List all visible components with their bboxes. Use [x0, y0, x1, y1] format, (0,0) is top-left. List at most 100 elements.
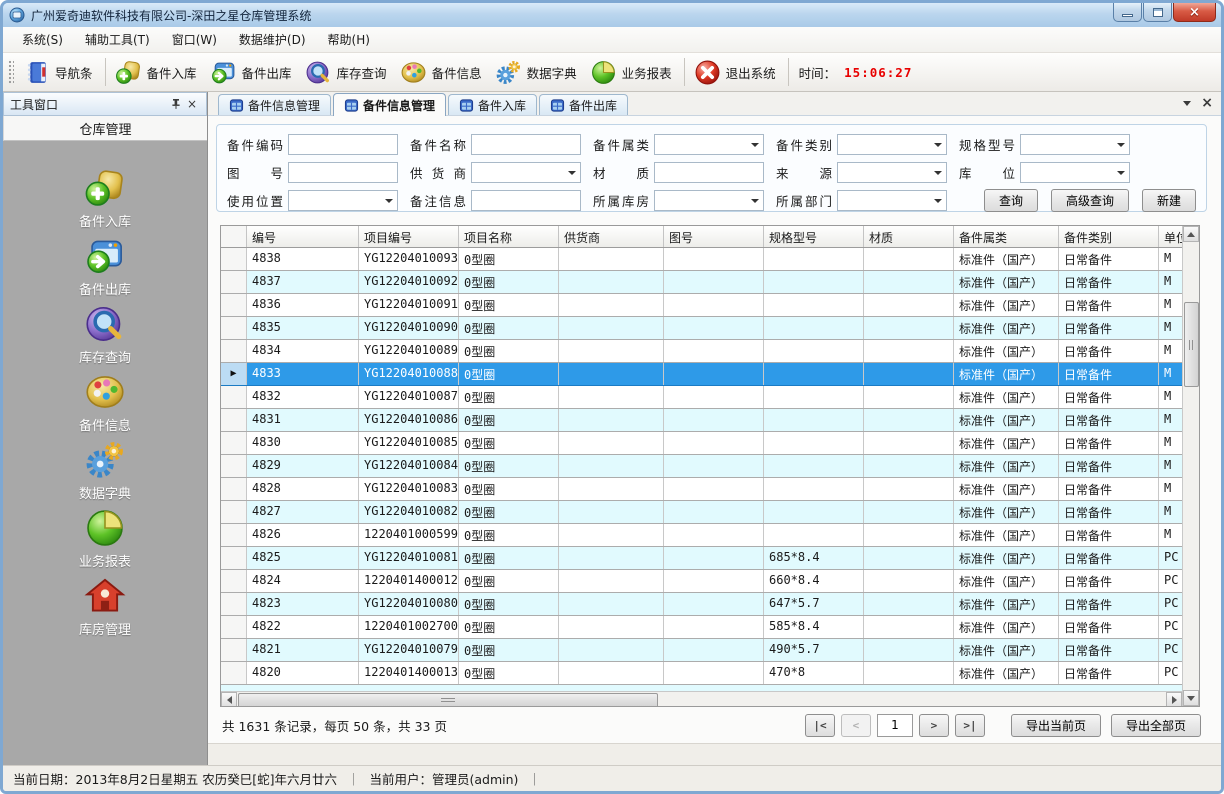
supplier-select[interactable] — [471, 162, 581, 183]
tab-parts-outbound[interactable]: 备件出库 — [539, 94, 628, 115]
sidebar-item-warehouse-management[interactable]: 库房管理 — [3, 575, 207, 643]
prev-page-button[interactable]: < — [841, 714, 871, 737]
table-row[interactable]: 482412204014000120型圈660*8.4标准件（国产）日常备件PC — [221, 570, 1182, 593]
column-header[interactable]: 项目名称 — [459, 226, 559, 247]
column-header[interactable]: 备件类别 — [1059, 226, 1159, 247]
vertical-scroll-thumb[interactable] — [1184, 302, 1199, 387]
drawing-no-input[interactable] — [288, 162, 398, 183]
table-row[interactable]: 4832YG122040100870型圈标准件（国产）日常备件M — [221, 386, 1182, 409]
table-row[interactable]: 4829YG122040100840型圈标准件（国产）日常备件M — [221, 455, 1182, 478]
location-select[interactable] — [1020, 162, 1130, 183]
toolbar-item-parts-inbound[interactable]: 备件入库 — [110, 56, 205, 89]
row-selector[interactable] — [221, 386, 247, 408]
table-row[interactable]: 482612204010005990型圈标准件（国产）日常备件M — [221, 524, 1182, 547]
row-selector[interactable] — [221, 501, 247, 523]
column-header[interactable]: 编号 — [247, 226, 359, 247]
sidebar-item-business-report[interactable]: 业务报表 — [3, 507, 207, 575]
sidebar-item-data-dictionary[interactable]: 数据字典 — [3, 439, 207, 507]
column-header[interactable]: 图号 — [664, 226, 764, 247]
table-row[interactable]: 4827YG122040100820型圈标准件（国产）日常备件M — [221, 501, 1182, 524]
maximize-button[interactable] — [1143, 3, 1172, 22]
export-all-pages-button[interactable]: 导出全部页 — [1111, 714, 1201, 737]
source-select[interactable] — [837, 162, 947, 183]
toolbar-grip[interactable] — [7, 59, 14, 85]
menu-item-help[interactable]: 帮助(H) — [317, 27, 381, 52]
usage-position-select[interactable] — [288, 190, 398, 211]
table-row[interactable]: 4830YG122040100850型圈标准件（国产）日常备件M — [221, 432, 1182, 455]
toolbar-item-parts-outbound[interactable]: 备件出库 — [205, 56, 300, 89]
sidebar-item-parts-info[interactable]: 备件信息 — [3, 371, 207, 439]
tab-parts-info-mgmt-1[interactable]: 备件信息管理 — [218, 94, 331, 115]
column-header[interactable]: 材质 — [864, 226, 954, 247]
menu-item-data-maintenance[interactable]: 数据维护(D) — [228, 27, 317, 52]
table-row[interactable]: ▶4833YG122040100880型圈标准件（国产）日常备件M — [221, 363, 1182, 386]
row-selector[interactable] — [221, 593, 247, 615]
column-header[interactable]: 供货商 — [559, 226, 664, 247]
table-row[interactable]: 482212204010027000型圈585*8.4标准件（国产）日常备件PC — [221, 616, 1182, 639]
material-input[interactable] — [654, 162, 764, 183]
table-row[interactable]: 4834YG122040100890型圈标准件（国产）日常备件M — [221, 340, 1182, 363]
table-row[interactable]: 4831YG122040100860型圈标准件（国产）日常备件M — [221, 409, 1182, 432]
table-row[interactable]: 4837YG122040100920型圈标准件（国产）日常备件M — [221, 271, 1182, 294]
horizontal-scrollbar[interactable] — [221, 691, 1182, 706]
column-header[interactable]: 规格型号 — [764, 226, 864, 247]
row-selector[interactable] — [221, 271, 247, 293]
close-tab-icon[interactable]: × — [1201, 97, 1213, 109]
table-row[interactable]: 4836YG122040100910型圈标准件（国产）日常备件M — [221, 294, 1182, 317]
table-row[interactable]: 4838YG122040100930型圈标准件（国产）日常备件M — [221, 248, 1182, 271]
table-row[interactable]: 4828YG122040100830型圈标准件（国产）日常备件M — [221, 478, 1182, 501]
column-header[interactable]: 备件属类 — [954, 226, 1059, 247]
row-selector[interactable] — [221, 524, 247, 546]
sidebar-item-parts-outbound[interactable]: 备件出库 — [3, 235, 207, 303]
query-button[interactable]: 查询 — [984, 189, 1038, 212]
row-selector[interactable] — [221, 340, 247, 362]
tab-list-dropdown-icon[interactable] — [1183, 101, 1191, 106]
advanced-query-button[interactable]: 高级查询 — [1051, 189, 1129, 212]
row-selector[interactable]: ▶ — [221, 363, 247, 385]
new-button[interactable]: 新建 — [1142, 189, 1196, 212]
toolbar-item-exit-system[interactable]: 退出系统 — [689, 56, 784, 89]
sidebar-item-parts-inbound[interactable]: 备件入库 — [3, 167, 207, 235]
row-selector[interactable] — [221, 455, 247, 477]
row-selector[interactable] — [221, 570, 247, 592]
parts-name-input[interactable] — [471, 134, 581, 155]
column-header[interactable]: 项目编号 — [359, 226, 459, 247]
spec-model-select[interactable] — [1020, 134, 1130, 155]
table-row[interactable]: 4825YG122040100810型圈685*8.4标准件（国产）日常备件PC — [221, 547, 1182, 570]
close-panel-icon[interactable]: × — [184, 96, 200, 112]
page-number-input[interactable] — [877, 714, 913, 737]
toolbar-item-inventory-search[interactable]: 库存查询 — [300, 56, 395, 89]
table-row[interactable]: 4821YG122040100790型圈490*5.7标准件（国产）日常备件PC — [221, 639, 1182, 662]
row-selector[interactable] — [221, 662, 247, 684]
table-row[interactable]: 4835YG122040100900型圈标准件（国产）日常备件M — [221, 317, 1182, 340]
close-button[interactable]: × — [1173, 3, 1216, 22]
last-page-button[interactable]: >| — [955, 714, 985, 737]
row-selector[interactable] — [221, 547, 247, 569]
toolbar-item-navigator[interactable]: 导航条 — [18, 56, 101, 89]
pin-icon[interactable] — [168, 96, 184, 112]
scroll-up-icon[interactable] — [1183, 226, 1199, 242]
row-selector[interactable] — [221, 294, 247, 316]
vertical-scrollbar[interactable] — [1182, 226, 1199, 706]
first-page-button[interactable]: |< — [805, 714, 835, 737]
column-header[interactable]: 单位 — [1159, 226, 1182, 247]
next-page-button[interactable]: > — [919, 714, 949, 737]
sidebar-item-inventory-search[interactable]: 库存查询 — [3, 303, 207, 371]
scroll-right-icon[interactable] — [1166, 692, 1182, 706]
toolbar-item-business-report[interactable]: 业务报表 — [585, 56, 680, 89]
row-selector[interactable] — [221, 409, 247, 431]
row-selector[interactable] — [221, 639, 247, 661]
menu-item-system[interactable]: 系统(S) — [11, 27, 74, 52]
scroll-left-icon[interactable] — [221, 692, 237, 706]
row-selector[interactable] — [221, 616, 247, 638]
department-select[interactable] — [837, 190, 947, 211]
row-selector[interactable] — [221, 432, 247, 454]
menu-item-tools[interactable]: 辅助工具(T) — [74, 27, 161, 52]
minimize-button[interactable] — [1113, 3, 1142, 22]
table-row[interactable]: 482012204014000130型圈470*8标准件（国产）日常备件PC — [221, 662, 1182, 685]
parts-type-select[interactable] — [837, 134, 947, 155]
tab-parts-inbound[interactable]: 备件入库 — [448, 94, 537, 115]
row-selector[interactable] — [221, 317, 247, 339]
row-selector[interactable] — [221, 248, 247, 270]
remark-input[interactable] — [471, 190, 581, 211]
